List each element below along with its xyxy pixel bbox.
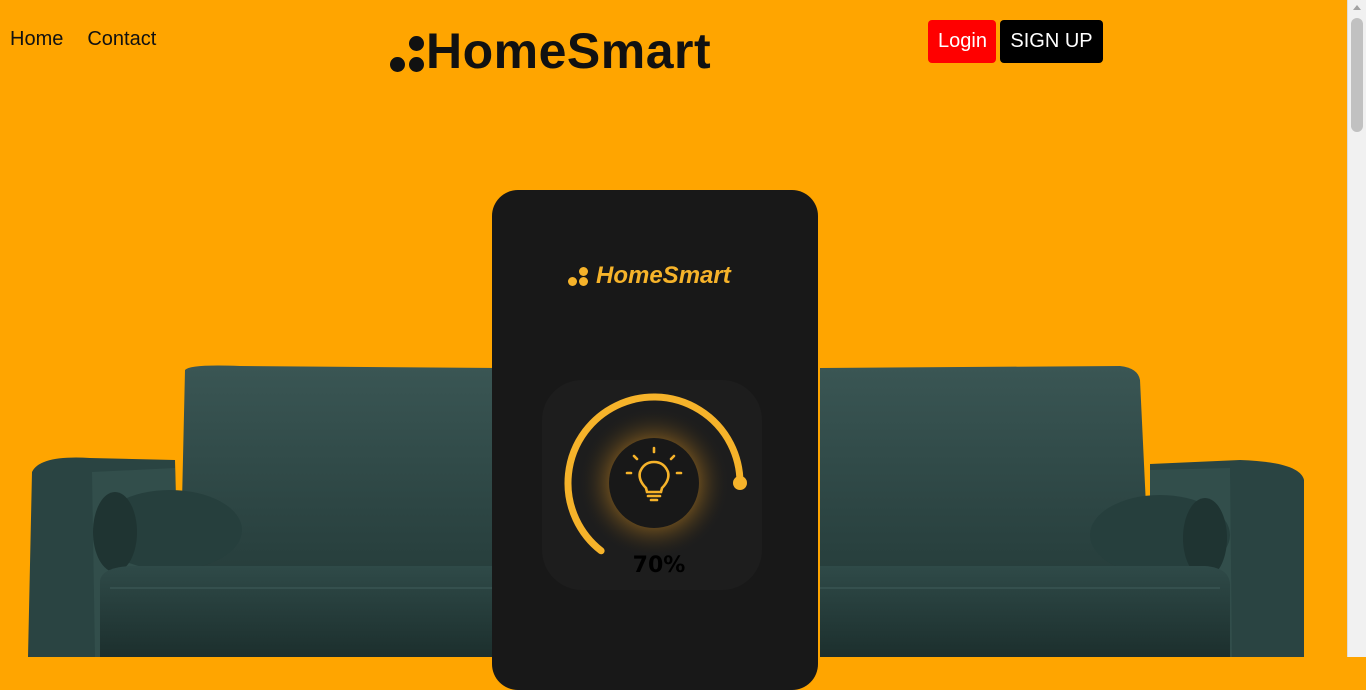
light-level-percent: 70% [633,553,686,578]
nav-link-contact[interactable]: Contact [87,28,156,51]
site-logo[interactable]: HomeSmart [388,22,711,80]
scrollbar-thumb[interactable] [1351,18,1363,132]
signup-button[interactable]: SIGN UP [1000,20,1103,63]
scroll-up-arrow-icon[interactable] [1353,5,1361,10]
phone-logo-dots-icon [568,265,590,287]
page-scrollbar[interactable] [1347,0,1366,657]
login-button[interactable]: Login [928,20,996,63]
phone-brand-title: HomeSmart [596,262,731,289]
site-title: HomeSmart [426,23,712,79]
phone-brand: HomeSmart [568,262,731,290]
logo-dots-icon [388,28,426,74]
light-level-knob[interactable] [733,476,747,490]
top-nav: Home Contact [10,28,156,51]
phone-mockup: HomeSmart 70% [492,190,818,690]
light-dial[interactable]: 70% [532,370,772,610]
nav-link-home[interactable]: Home [10,28,63,51]
